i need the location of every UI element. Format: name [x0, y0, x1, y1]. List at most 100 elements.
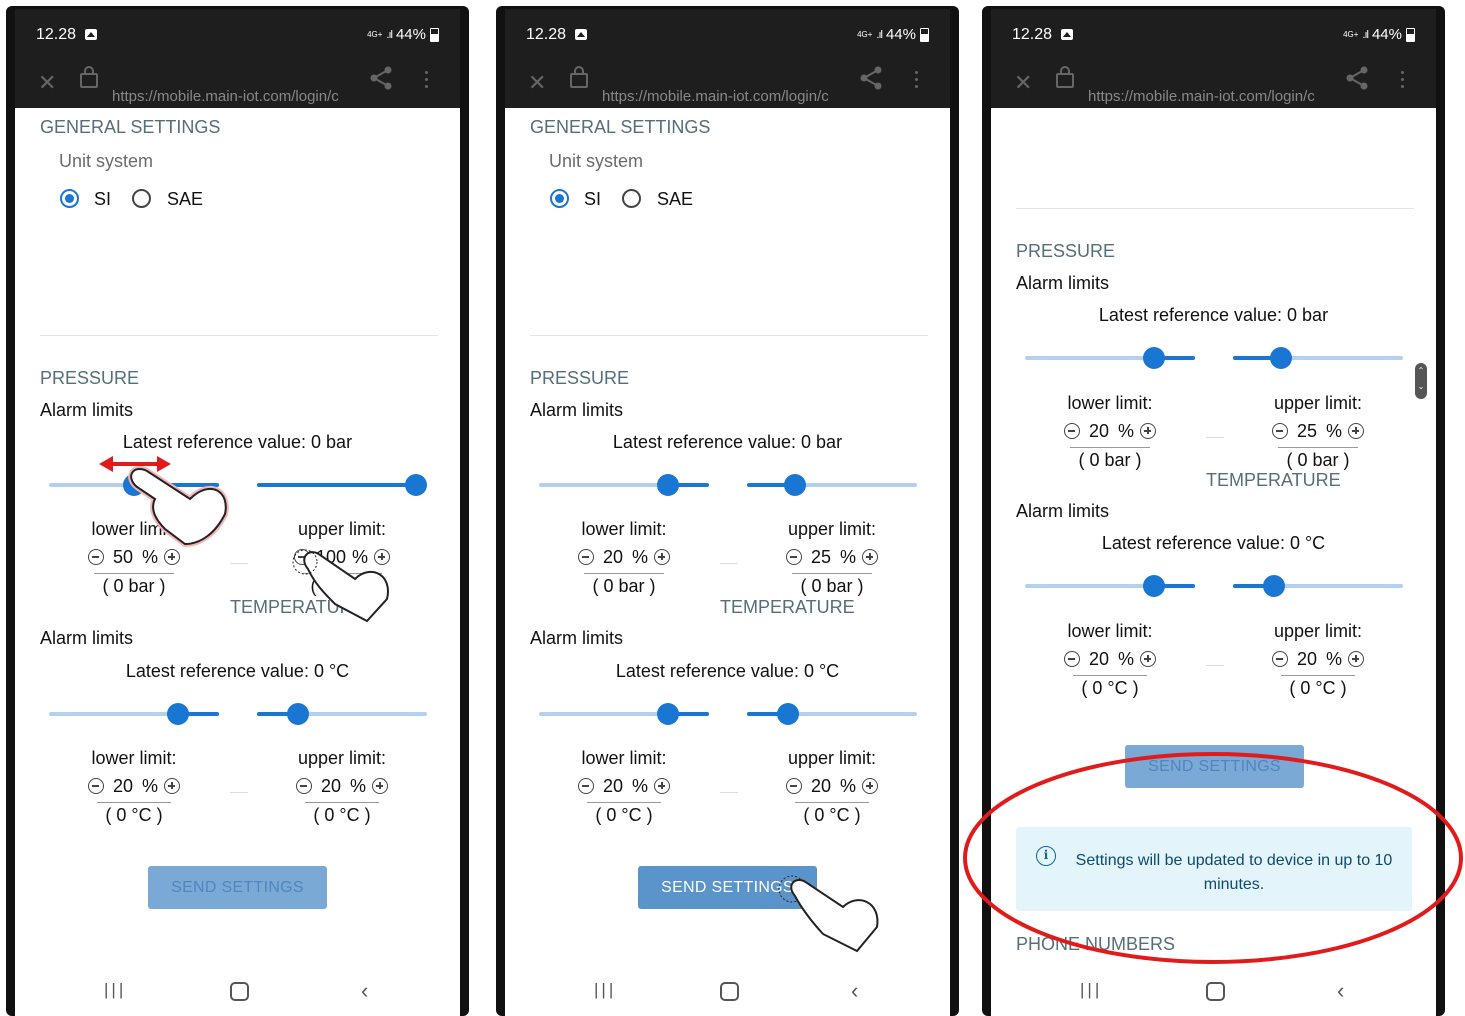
temp-lower-value[interactable]: 20 — [1086, 649, 1112, 670]
slider-thumb[interactable] — [784, 474, 806, 496]
send-settings-button[interactable]: SEND SETTINGS — [148, 866, 327, 909]
temp-lower-slider[interactable] — [49, 703, 219, 725]
slider-thumb[interactable] — [1143, 575, 1166, 597]
temp-lower-value[interactable]: 20 — [110, 776, 136, 797]
lock-icon[interactable] — [1056, 66, 1074, 88]
slider-thumb[interactable] — [123, 474, 145, 496]
radio-si-label[interactable]: SI — [584, 189, 601, 210]
decrease-icon[interactable] — [577, 549, 594, 565]
temp-upper-slider[interactable] — [1233, 575, 1403, 597]
slider-thumb[interactable] — [286, 703, 309, 725]
pressure-upper-slider[interactable] — [747, 474, 917, 496]
decrease-icon[interactable] — [295, 778, 312, 794]
share-icon[interactable] — [368, 65, 394, 91]
increase-icon[interactable] — [1348, 423, 1364, 439]
url-text[interactable]: https://mobile.main-iot.com/login/c — [1088, 88, 1333, 105]
home-icon[interactable] — [1206, 982, 1225, 1001]
decrease-icon[interactable] — [1271, 423, 1288, 439]
decrease-icon[interactable] — [1063, 651, 1080, 667]
temp-upper-slider[interactable] — [747, 703, 917, 725]
close-icon[interactable]: ✕ — [38, 70, 56, 96]
home-icon[interactable] — [230, 982, 249, 1001]
more-menu-icon[interactable] — [915, 71, 918, 92]
scroll-handle-icon[interactable]: ⌃ ⌄ — [1415, 363, 1427, 399]
increase-icon[interactable] — [1348, 651, 1364, 667]
decrease-icon[interactable] — [1271, 651, 1288, 667]
url-text[interactable]: https://mobile.main-iot.com/login/c — [112, 88, 357, 105]
more-menu-icon[interactable] — [1401, 71, 1404, 92]
decrease-icon[interactable] — [87, 549, 104, 565]
slider-thumb[interactable] — [657, 474, 680, 496]
send-settings-button[interactable]: SEND SETTINGS — [1125, 745, 1304, 788]
increase-icon[interactable] — [654, 549, 670, 565]
recent-apps-icon[interactable]: ||| — [1080, 980, 1102, 1000]
radio-sae[interactable] — [622, 189, 641, 208]
temp-upper-slider[interactable] — [257, 703, 427, 725]
pressure-upper-value[interactable]: 25 — [1294, 421, 1320, 442]
pressure-lower-slider[interactable] — [49, 474, 219, 496]
increase-icon[interactable] — [654, 778, 670, 794]
increase-icon[interactable] — [1140, 651, 1156, 667]
temp-upper-value[interactable]: 20 — [1294, 649, 1320, 670]
pressure-lower-slider[interactable] — [1025, 347, 1195, 369]
decrease-icon[interactable] — [293, 549, 310, 565]
increase-icon[interactable] — [1140, 423, 1156, 439]
back-icon[interactable]: ‹ — [851, 978, 858, 1004]
slider-thumb[interactable] — [1270, 347, 1292, 369]
temp-upper-value[interactable]: 20 — [318, 776, 344, 797]
slider-thumb[interactable] — [167, 703, 190, 725]
temp-lower-slider[interactable] — [539, 703, 709, 725]
decrease-icon[interactable] — [1063, 423, 1080, 439]
slider-thumb[interactable] — [1262, 575, 1285, 597]
increase-icon[interactable] — [164, 549, 180, 565]
temp-lower-slider[interactable] — [1025, 575, 1195, 597]
decrease-icon[interactable] — [577, 778, 594, 794]
slider-thumb[interactable] — [776, 703, 799, 725]
lock-icon[interactable] — [80, 66, 98, 88]
pressure-lower-value[interactable]: 50 — [110, 547, 136, 568]
pressure-lower-value[interactable]: 20 — [1086, 421, 1112, 442]
lock-icon[interactable] — [570, 66, 588, 88]
radio-si-label[interactable]: SI — [94, 189, 111, 210]
temp-lower-value[interactable]: 20 — [600, 776, 626, 797]
pressure-upper-slider[interactable] — [1233, 347, 1403, 369]
screen: 12.28 4G+ .ıl 44% ✕ https://mobile.main-… — [991, 9, 1436, 1016]
increase-icon[interactable] — [862, 778, 878, 794]
slider-thumb[interactable] — [1143, 347, 1166, 369]
temp-upper-value[interactable]: 20 — [808, 776, 834, 797]
decrease-icon[interactable] — [87, 778, 104, 794]
send-settings-button[interactable]: SEND SETTINGS — [638, 866, 817, 909]
increase-icon[interactable] — [164, 778, 180, 794]
close-icon[interactable]: ✕ — [528, 70, 546, 96]
increase-icon[interactable] — [372, 778, 388, 794]
pressure-upper-slider[interactable] — [257, 474, 427, 496]
slider-thumb[interactable] — [657, 703, 680, 725]
back-icon[interactable]: ‹ — [1337, 978, 1344, 1004]
decrease-icon[interactable] — [785, 549, 802, 565]
pressure-lower-value[interactable]: 20 — [600, 547, 626, 568]
recent-apps-icon[interactable]: ||| — [104, 980, 126, 1000]
close-icon[interactable]: ✕ — [1014, 70, 1032, 96]
pressure-upper-value[interactable]: 25 — [808, 547, 834, 568]
radio-si[interactable] — [550, 189, 569, 208]
divider — [1206, 665, 1224, 666]
share-icon[interactable] — [858, 65, 884, 91]
increase-icon[interactable] — [862, 549, 878, 565]
share-icon[interactable] — [1344, 65, 1370, 91]
general-settings-title: GENERAL SETTINGS — [530, 117, 711, 137]
radio-sae-label[interactable]: SAE — [657, 189, 693, 210]
decrease-icon[interactable] — [785, 778, 802, 794]
pressure-upper-value[interactable]: 100 — [316, 547, 346, 568]
radio-sae-label[interactable]: SAE — [167, 189, 203, 210]
radio-si[interactable] — [60, 189, 79, 208]
more-menu-icon[interactable] — [425, 71, 428, 92]
increase-icon[interactable] — [374, 549, 391, 565]
recent-apps-icon[interactable]: ||| — [594, 980, 616, 1000]
pressure-lower-slider[interactable] — [539, 474, 709, 496]
radio-sae[interactable] — [132, 189, 151, 208]
temp-lower-converted: ( 0 °C ) — [587, 802, 661, 826]
slider-thumb[interactable] — [405, 474, 427, 496]
home-icon[interactable] — [720, 982, 739, 1001]
url-text[interactable]: https://mobile.main-iot.com/login/c — [602, 88, 847, 105]
back-icon[interactable]: ‹ — [361, 978, 368, 1004]
